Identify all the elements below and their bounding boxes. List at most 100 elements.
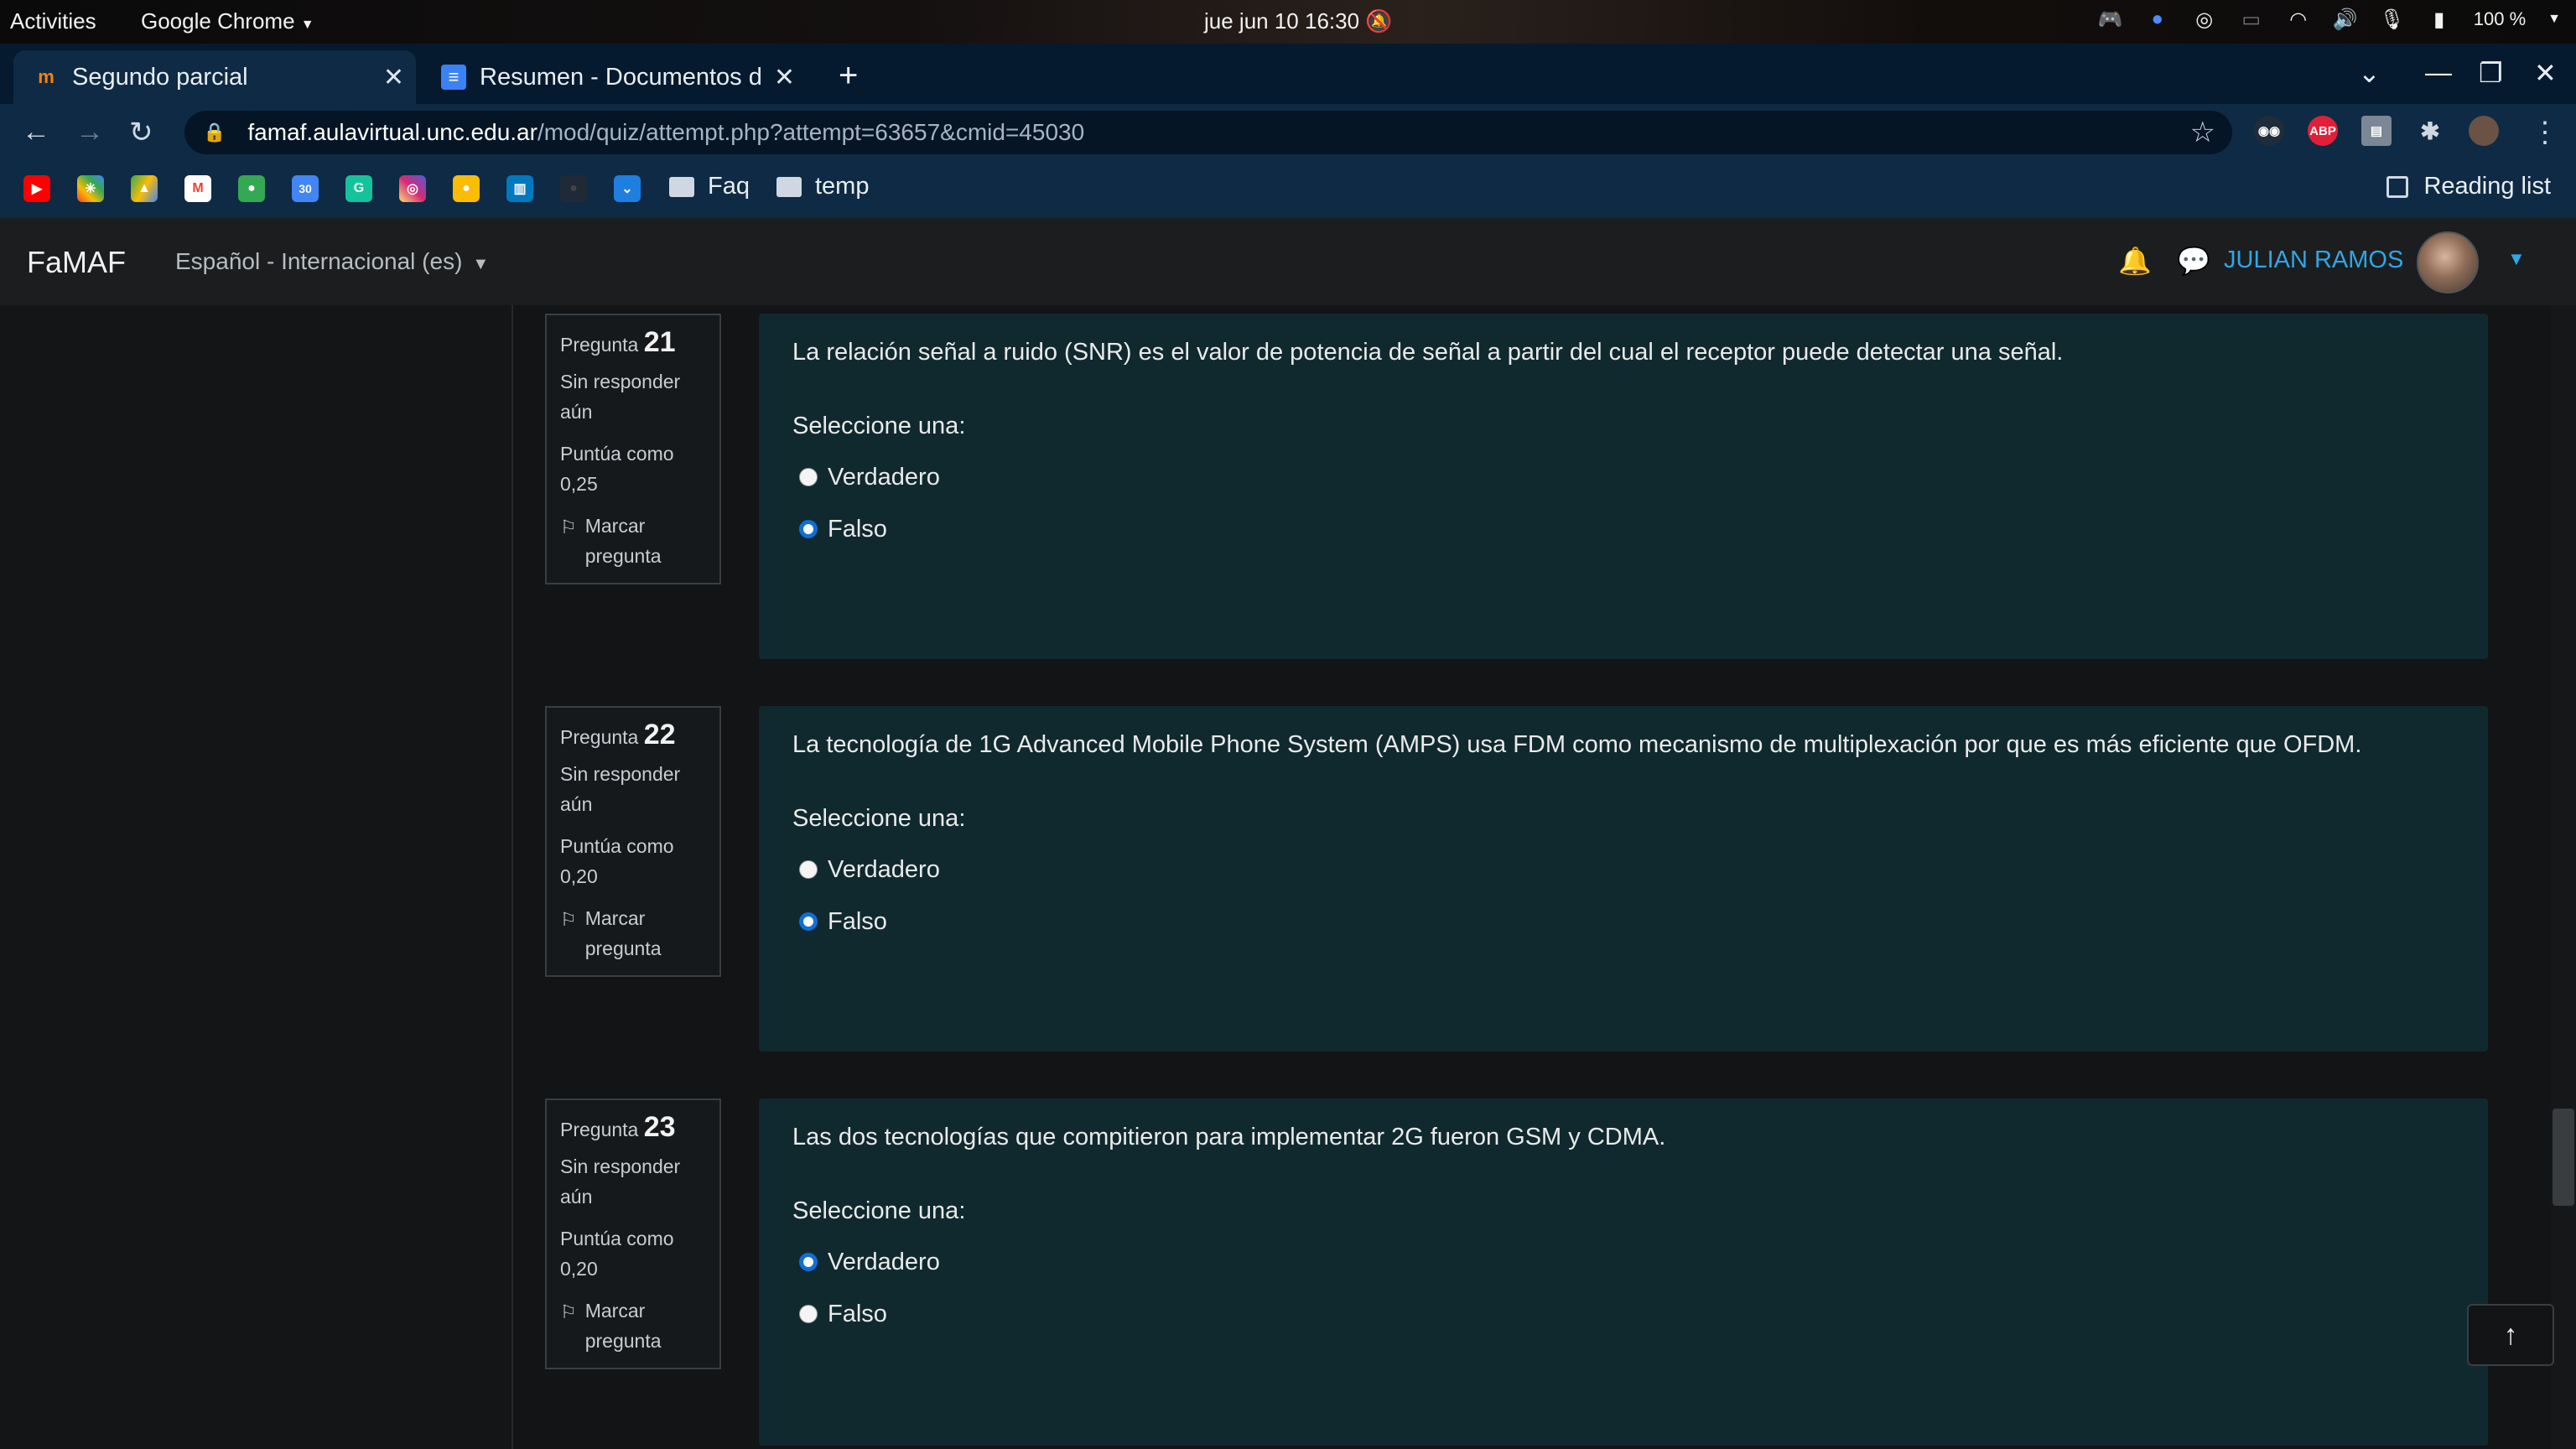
- reading-list-button[interactable]: Reading list: [2386, 173, 2551, 200]
- drive-icon[interactable]: ▲: [131, 175, 158, 202]
- forward-icon[interactable]: →: [75, 116, 104, 148]
- activities-button[interactable]: Activities: [10, 8, 96, 34]
- url-path: /mod/quiz/attempt.php?attempt=63657&cmid…: [537, 119, 1085, 145]
- menu-kebab-icon[interactable]: ⋮: [2531, 116, 2559, 149]
- flag-icon: ⚐: [560, 909, 577, 930]
- minimize-icon[interactable]: —: [2425, 57, 2452, 88]
- maps-icon[interactable]: ●: [238, 175, 265, 202]
- answer-option-verdadero[interactable]: Verdadero: [792, 460, 2454, 495]
- radio-button-selected[interactable]: [799, 912, 818, 931]
- close-tab-icon[interactable]: ✕: [774, 63, 795, 92]
- gmail-icon[interactable]: M: [184, 175, 211, 202]
- question-text: Las dos tecnologías que compitieron para…: [792, 1124, 1666, 1150]
- answer-option-falso[interactable]: Falso: [792, 512, 2454, 547]
- pinwheel-icon[interactable]: ✳: [77, 175, 104, 202]
- instagram-icon[interactable]: ◎: [399, 175, 426, 202]
- answer-option-verdadero[interactable]: Verdadero: [792, 852, 2454, 887]
- address-bar[interactable]: 🔒 famaf.aulavirtual.unc.edu.ar/mod/quiz/…: [184, 111, 2232, 154]
- question-label: Pregunta: [560, 1119, 639, 1140]
- question-grade: Puntúa como 0,25: [560, 443, 674, 495]
- close-tab-icon[interactable]: ✕: [383, 63, 404, 92]
- answer-label: Falso: [828, 1300, 887, 1327]
- lock-icon[interactable]: 🔒: [203, 122, 226, 143]
- flag-question-link[interactable]: ⚐ Marcar pregunta: [560, 903, 706, 963]
- clipboard-icon[interactable]: ▤: [2361, 116, 2392, 146]
- answer-option-verdadero[interactable]: Verdadero: [792, 1244, 2454, 1280]
- bell-icon[interactable]: 🔔: [2118, 245, 2152, 277]
- chevron-down-icon[interactable]: ▼: [2547, 12, 2561, 27]
- question-grade: Puntúa como 0,20: [560, 1228, 674, 1280]
- app-menu[interactable]: Google Chrome ▼: [141, 8, 314, 34]
- flag-question-link[interactable]: ⚐ Marcar pregunta: [560, 1296, 706, 1356]
- calendar-icon[interactable]: 30: [292, 175, 319, 202]
- clock[interactable]: jue jun 10 16:30 🔕: [1204, 8, 1393, 34]
- new-tab-button[interactable]: +: [839, 57, 858, 95]
- system-tray[interactable]: 🎮 ● ◎ ▭ ◠ 🔊 🎙 ▮ 100 % ▼: [2098, 7, 2561, 32]
- close-window-icon[interactable]: ✕: [2534, 57, 2557, 89]
- tab-resumen[interactable]: ≡ Resumen - Documentos d ✕: [421, 50, 807, 104]
- user-menu-name[interactable]: JULIAN RAMOS: [2224, 247, 2403, 274]
- flag-label: Marcar pregunta: [584, 515, 662, 567]
- radio-button-selected[interactable]: [799, 520, 818, 538]
- reload-icon[interactable]: ↻: [129, 116, 153, 149]
- bookmark-folder-temp[interactable]: temp: [776, 173, 869, 200]
- bookmark-star-icon[interactable]: ☆: [2190, 116, 2215, 149]
- language-menu[interactable]: Español - Internacional (es) ▼: [175, 248, 489, 275]
- back-to-top-button[interactable]: ↑: [2467, 1304, 2554, 1366]
- radio-button[interactable]: [799, 1305, 818, 1323]
- whatsapp-icon[interactable]: ◎: [2192, 7, 2217, 32]
- select-prompt: Seleccione una:: [792, 1197, 966, 1224]
- tab-strip: m Segundo parcial ✕ ≡ Resumen - Document…: [0, 44, 2576, 104]
- restore-icon[interactable]: ❐: [2479, 57, 2503, 89]
- trello-icon[interactable]: ▥: [506, 175, 533, 202]
- puzzle-icon[interactable]: ✱: [2415, 116, 2445, 146]
- wifi-icon: ◠: [2289, 8, 2308, 31]
- tab-segundo-parcial[interactable]: m Segundo parcial ✕: [13, 50, 416, 104]
- answer-option-falso[interactable]: Falso: [792, 1296, 2454, 1332]
- youtube-icon[interactable]: ▶: [23, 175, 50, 202]
- discord-icon[interactable]: 🎮: [2098, 7, 2123, 32]
- profile-icon[interactable]: [2469, 116, 2499, 146]
- back-icon[interactable]: ←: [22, 116, 50, 148]
- chevron-down-icon[interactable]: ▼: [2507, 248, 2526, 270]
- chat-icon[interactable]: 💬: [2177, 245, 2210, 277]
- moodle-icon: m: [34, 65, 59, 90]
- bookmark-folder-label: temp: [815, 173, 870, 200]
- site-brand[interactable]: FaMAF: [27, 245, 126, 280]
- volume-icon: 🔊: [2332, 8, 2358, 31]
- question-number: 21: [643, 326, 676, 358]
- keep-icon[interactable]: ●: [453, 175, 480, 202]
- grammarly-icon[interactable]: G: [345, 175, 372, 202]
- adblock-icon[interactable]: ABP: [2308, 116, 2338, 146]
- tab-search-icon[interactable]: ⌄: [2358, 57, 2381, 89]
- language-label: Español - Internacional (es): [175, 248, 463, 274]
- avatar[interactable]: [2417, 231, 2479, 293]
- site-navbar: FaMAF Español - Internacional (es) ▼ 🔔 💬 …: [0, 218, 2576, 305]
- github-icon[interactable]: ●: [560, 175, 587, 202]
- chevron-down-icon: ▼: [300, 18, 314, 32]
- flag-icon: ⚐: [560, 517, 577, 538]
- radio-button[interactable]: [799, 860, 818, 879]
- pocket-icon[interactable]: ⌄: [614, 175, 641, 202]
- input-icon[interactable]: ▭: [2239, 7, 2264, 32]
- mic-icon: 🎙: [2379, 8, 2405, 31]
- bookmark-folder-faq[interactable]: Faq: [669, 173, 750, 200]
- flag-label: Marcar pregunta: [584, 1300, 662, 1352]
- radio-button[interactable]: [799, 468, 818, 486]
- tamper-icon[interactable]: ◉◉: [2254, 116, 2284, 146]
- question-grade: Puntúa como 0,20: [560, 835, 674, 887]
- scrollbar-track[interactable]: [2551, 305, 2576, 1449]
- scrollbar-thumb[interactable]: [2553, 1109, 2574, 1206]
- answer-option-falso[interactable]: Falso: [792, 904, 2454, 939]
- bookmark-folder-label: Faq: [708, 173, 750, 200]
- flag-icon: ⚐: [560, 1301, 577, 1322]
- question-box-22: La tecnología de 1G Advanced Mobile Phon…: [759, 706, 2488, 1052]
- radio-button-selected[interactable]: [799, 1253, 818, 1271]
- zoom-icon[interactable]: ●: [2145, 7, 2170, 32]
- question-number-line: Pregunta 21: [560, 327, 706, 360]
- bookmarks-bar: ▶ ✳ ▲ M ● 30 G ◎ ● ▥ ● ⌄ Faq temp Readin…: [0, 159, 2576, 219]
- gnome-top-bar: Activities Google Chrome ▼ jue jun 10 16…: [0, 0, 2576, 44]
- flag-question-link[interactable]: ⚐ Marcar pregunta: [560, 511, 706, 571]
- select-prompt: Seleccione una:: [792, 413, 966, 439]
- answer-label: Verdadero: [828, 1248, 940, 1275]
